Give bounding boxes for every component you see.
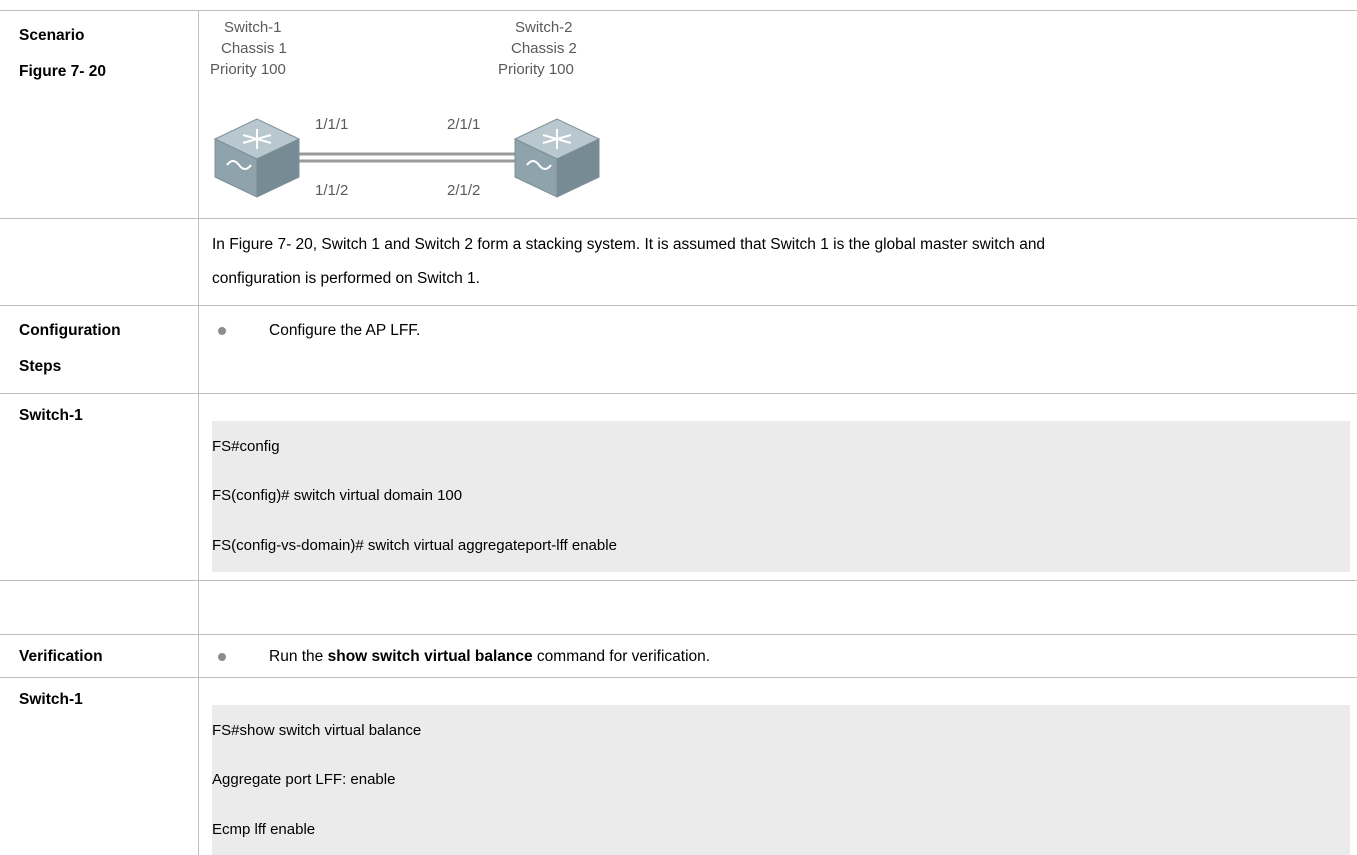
switch-1-verify-label: Switch-1 [19,691,83,708]
config-step-text: Configure the AP LFF. [269,322,421,339]
switch-1-config-label: Switch-1 [19,407,83,424]
output-line: Ecmp lff enable [212,821,316,838]
bullet-icon [218,327,226,335]
code-line: FS(config)# switch virtual domain 100 [212,487,463,504]
verify-prefix: Run the [269,648,328,665]
description-line-1: In Figure 7- 20, Switch 1 and Switch 2 f… [212,236,1046,253]
verify-suffix: command for verification. [532,648,711,665]
port-label-2-1-2: 2/1/2 [447,182,481,199]
row-divider [0,393,1357,394]
verification-step-text: Run the show switch virtual balance comm… [269,642,710,672]
verify-code-block: FS#show switch virtual balance Aggregate… [212,705,1350,855]
row-divider [0,218,1357,219]
switch-2-icon [513,118,601,198]
port-label-1-1-1: 1/1/1 [315,116,349,133]
configuration-label: Configuration [19,322,121,339]
row-divider [0,580,1357,581]
steps-label: Steps [19,358,62,375]
row-divider [0,305,1357,306]
figure-label: Figure 7- 20 [19,63,106,80]
switch-1-priority: Priority 100 [210,61,286,78]
switch-1-name: Switch-1 [224,19,282,36]
verify-command: show switch virtual balance [327,648,533,665]
config-code-block: FS#config FS(config)# switch virtual dom… [212,421,1350,572]
code-line: FS(config-vs-domain)# switch virtual agg… [212,537,617,554]
port-label-2-1-1: 2/1/1 [447,116,481,133]
switch-1-chassis: Chassis 1 [221,40,287,57]
scenario-label: Scenario [19,27,85,44]
verification-label: Verification [19,648,103,665]
code-line: FS#config [212,438,280,455]
document-page: Scenario Figure 7- 20 Switch-1 Chassis 1… [0,0,1357,855]
switch-2-chassis: Chassis 2 [511,40,577,57]
switch-2-priority: Priority 100 [498,61,574,78]
output-line: Aggregate port LFF: enable [212,771,396,788]
description-line-2: configuration is performed on Switch 1. [212,270,480,287]
switch-1-icon [213,118,301,198]
switch-2-name: Switch-2 [515,19,573,36]
bullet-icon [218,653,226,661]
row-divider [0,634,1357,635]
row-divider [0,677,1357,678]
port-label-1-1-2: 1/1/2 [315,182,349,199]
output-line: FS#show switch virtual balance [212,722,422,739]
